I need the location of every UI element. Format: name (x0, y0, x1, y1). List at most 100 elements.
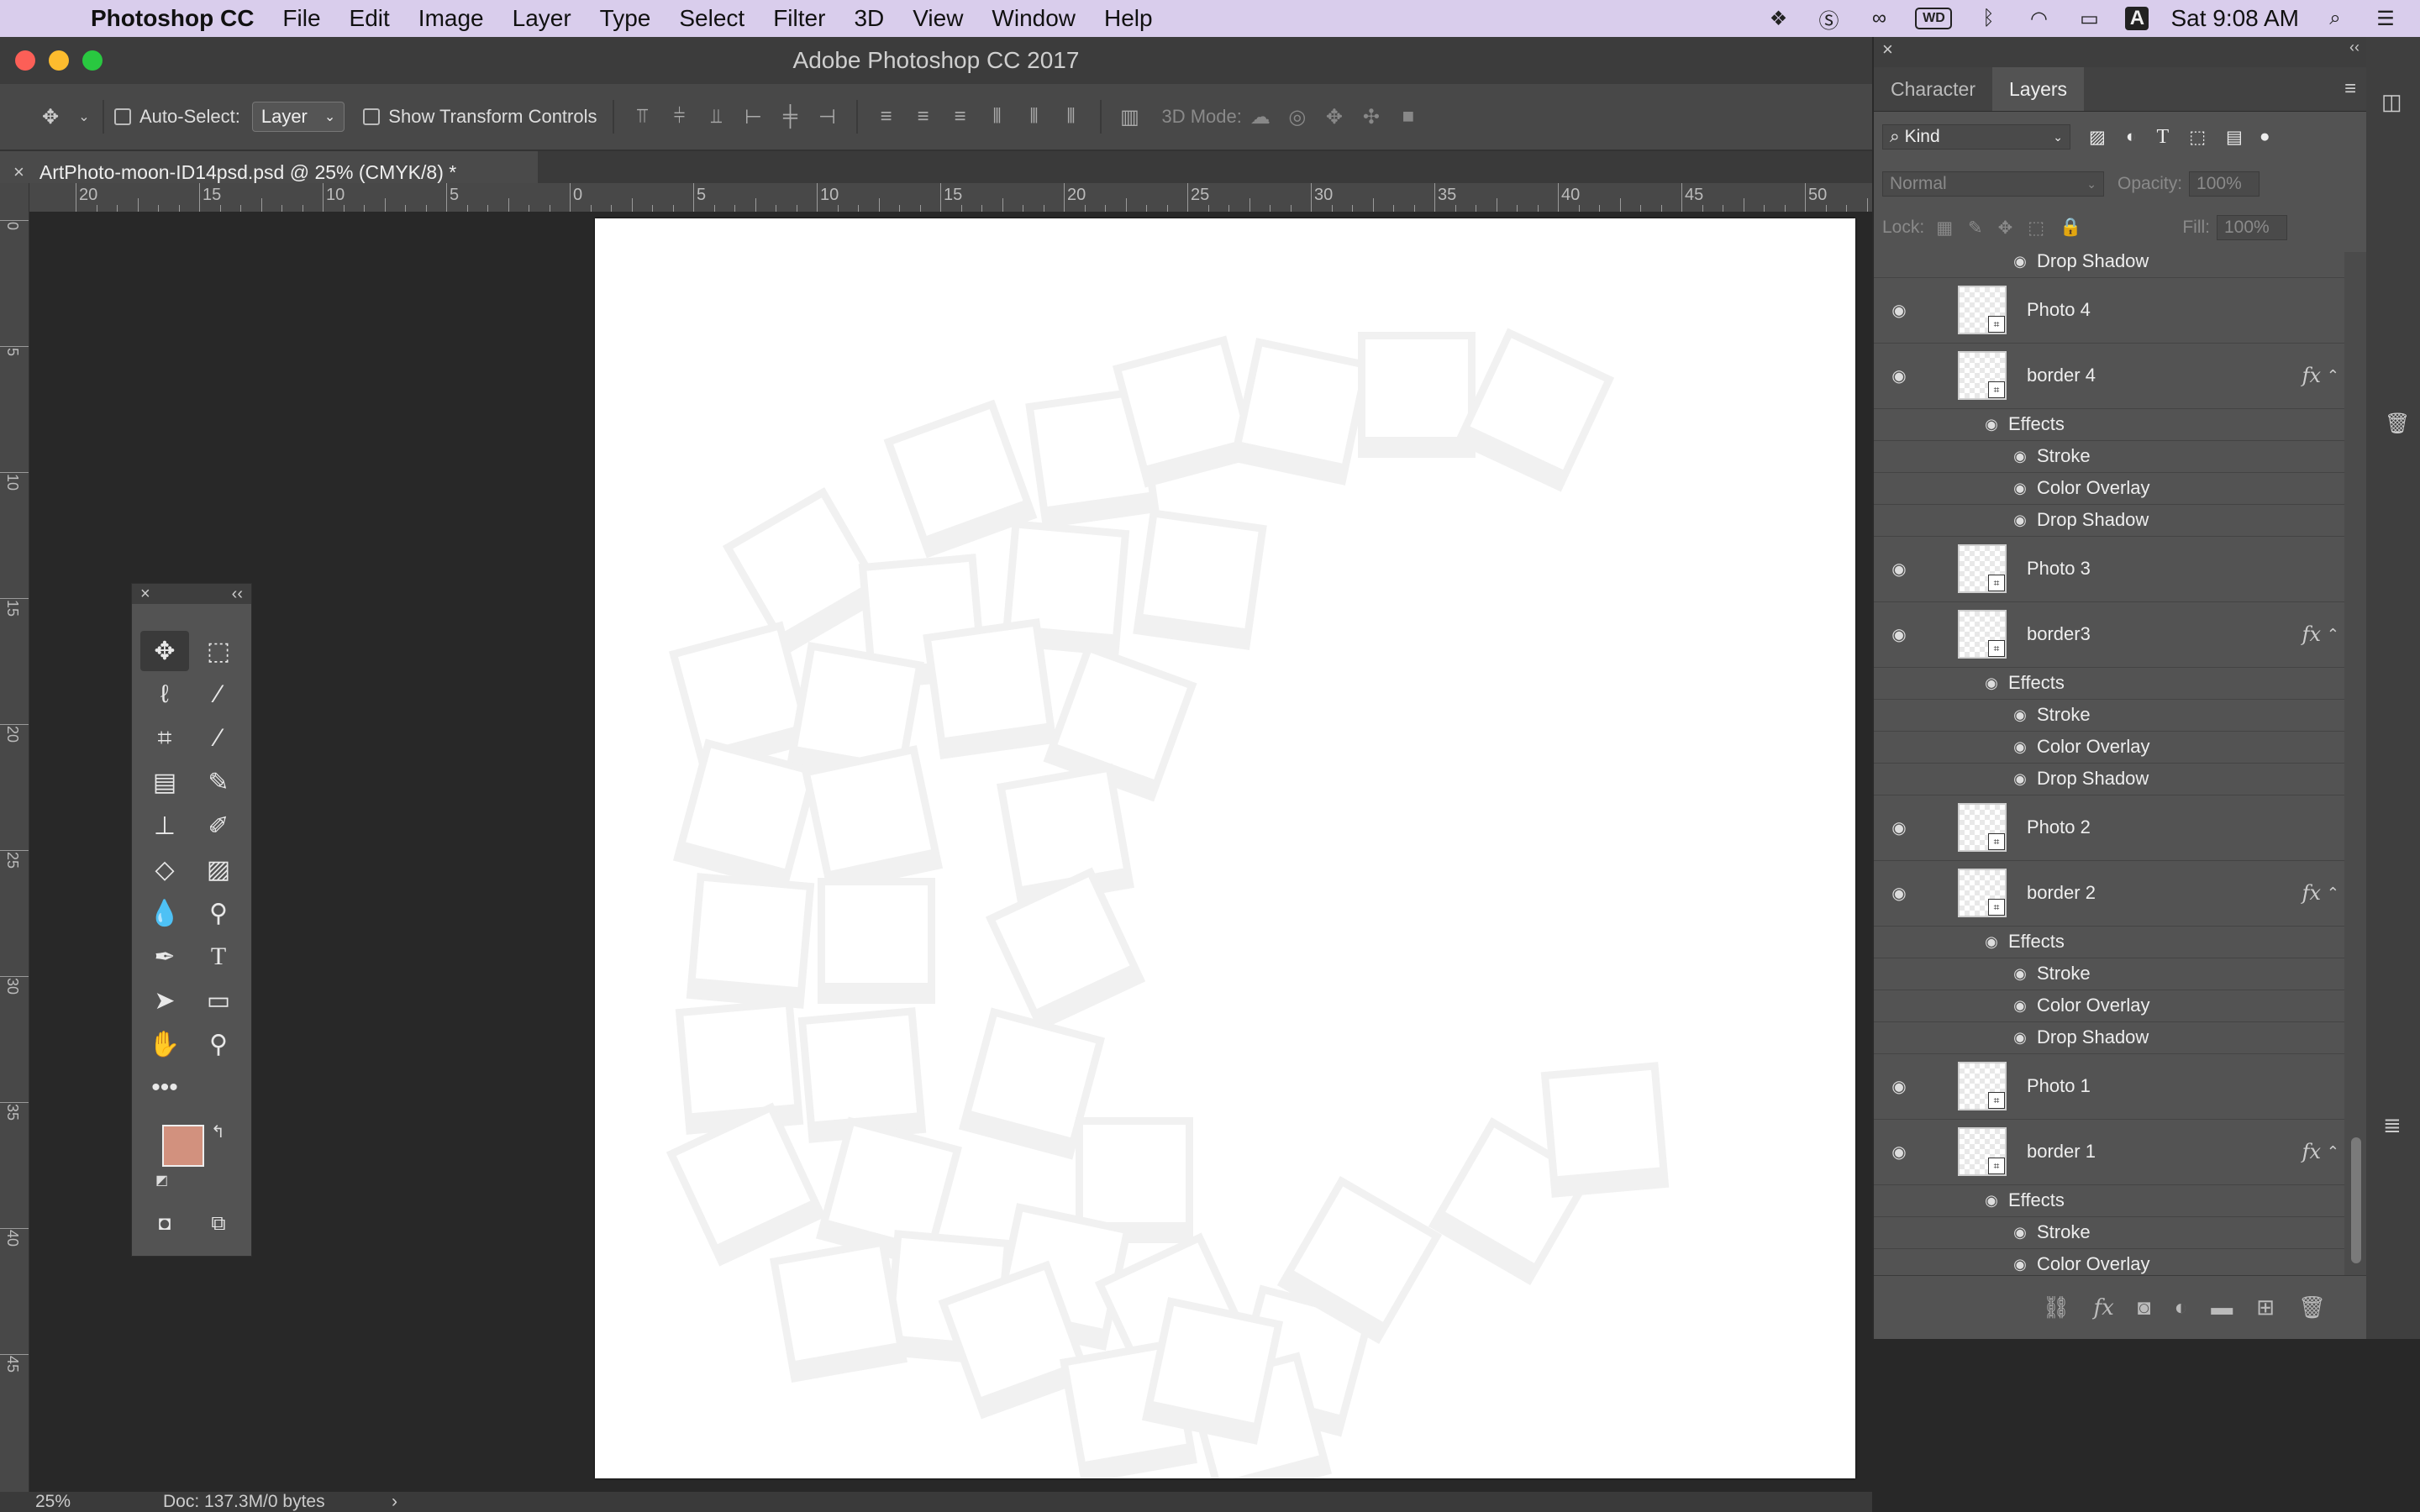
healing-brush-tool-icon[interactable]: ▤ (140, 762, 189, 802)
default-colors-icon[interactable]: ◩ (155, 1172, 168, 1189)
effects-group-row[interactable]: ◉ Effects (1874, 1184, 2344, 1217)
align-top-icon[interactable]: ⫪ (629, 102, 656, 132)
filter-kind-dropdown[interactable]: ⌕ Kind ⌄ (1882, 124, 2070, 150)
layer-effects-fx-icon[interactable]: fx (2302, 622, 2321, 646)
distribute-top-icon[interactable]: ≡ (873, 102, 900, 132)
distribute-bottom-icon[interactable]: ≡ (947, 102, 974, 132)
effect-row[interactable]: ◉ Color Overlay (1874, 990, 2344, 1022)
auto-align-layers-icon[interactable]: ▥ (1117, 102, 1144, 132)
document-canvas[interactable] (595, 218, 1855, 1478)
visibility-eye-icon[interactable]: ◉ (2010, 963, 2030, 984)
marquee-tool-icon[interactable]: ⬚ (194, 631, 243, 671)
effect-row[interactable]: ◉ Stroke (1874, 699, 2344, 732)
clone-stamp-tool-icon[interactable]: ⊥ (140, 806, 189, 846)
layer-thumbnail[interactable]: ⌗ (1958, 351, 2007, 400)
close-panel-icon[interactable]: × (140, 585, 150, 604)
effect-row[interactable]: ◉ Color Overlay (1874, 472, 2344, 505)
move-tool-preset-icon[interactable]: ✥ (25, 100, 76, 134)
menubar-clock[interactable]: Sat 9:08 AM (2170, 5, 2299, 32)
crop-tool-icon[interactable]: ⌗ (140, 718, 189, 759)
layer-thumbnail[interactable]: ⌗ (1958, 286, 2007, 334)
orbit-3d-icon[interactable]: ☁ (1247, 102, 1274, 132)
visibility-eye-icon[interactable]: ◉ (1889, 624, 1909, 644)
move-tool-icon[interactable]: ✥ (140, 631, 189, 671)
layer-effects-fx-icon[interactable]: fx (2302, 1140, 2321, 1163)
effect-row[interactable]: ◉ Color Overlay (1874, 731, 2344, 764)
distribute-vertical-center-icon[interactable]: ≡ (910, 102, 937, 132)
tab-layers[interactable]: Layers (1991, 67, 2085, 111)
visibility-eye-icon[interactable]: ◉ (2010, 478, 2030, 498)
effect-row[interactable]: ◉ Drop Shadow (1874, 252, 2344, 278)
layer-row[interactable]: ◉ ⌗ border 2 fx ⌃ (1874, 860, 2344, 927)
swap-colors-icon[interactable]: ↰ (211, 1121, 225, 1142)
effect-row[interactable]: ◉ Drop Shadow (1874, 504, 2344, 537)
layer-thumbnail[interactable]: ⌗ (1958, 1127, 2007, 1176)
visibility-eye-icon[interactable]: ◉ (2010, 1027, 2030, 1047)
layer-name[interactable]: Photo 2 (2027, 816, 2091, 838)
filter-type-icon[interactable]: T (2157, 126, 2170, 149)
menu-app-name[interactable]: Photoshop CC (91, 5, 254, 32)
opacity-input[interactable]: 100% (2189, 171, 2260, 197)
visibility-eye-icon[interactable]: ◉ (1981, 932, 2002, 952)
dodge-tool-icon[interactable]: ⚲ (194, 893, 243, 933)
layer-row[interactable]: ◉ ⌗ border 1 fx ⌃ (1874, 1119, 2344, 1185)
more-tools-icon[interactable]: ••• (140, 1068, 189, 1108)
collapse-panel-icon[interactable]: ‹‹ (2349, 39, 2360, 56)
show-transform-checkbox[interactable] (363, 108, 381, 125)
menu-type[interactable]: Type (600, 5, 651, 32)
spotlight-search-icon[interactable]: ⌕ (2321, 7, 2349, 30)
properties-panel-icon[interactable]: ◫ (2381, 89, 2402, 115)
align-vertical-center-icon[interactable]: ⫩ (666, 102, 693, 132)
align-left-icon[interactable]: ⊢ (740, 102, 767, 132)
history-brush-tool-icon[interactable]: ✐ (194, 806, 243, 846)
battery-icon[interactable]: ▭ (2075, 7, 2103, 30)
layer-row[interactable]: ◉ ⌗ Photo 4 (1874, 277, 2344, 344)
visibility-eye-icon[interactable]: ◉ (2010, 1222, 2030, 1242)
menu-filter[interactable]: Filter (773, 5, 825, 32)
layer-name[interactable]: Photo 4 (2027, 299, 2091, 321)
blur-tool-icon[interactable]: 💧 (140, 893, 189, 933)
collapse-effects-icon[interactable]: ⌃ (2327, 367, 2339, 385)
visibility-eye-icon[interactable]: ◉ (1889, 365, 1909, 386)
notification-center-icon[interactable]: ☰ (2371, 7, 2400, 30)
horizontal-ruler[interactable]: 20 15 10 5 0 5 10 15 20 25 30 35 40 45 50 (29, 183, 1872, 213)
visibility-eye-icon[interactable]: ◉ (1889, 1142, 1909, 1162)
effect-row[interactable]: ◉ Stroke (1874, 440, 2344, 473)
doc-info[interactable]: Doc: 137.3M/0 bytes (163, 1492, 325, 1512)
effects-group-row[interactable]: ◉ Effects (1874, 667, 2344, 700)
visibility-eye-icon[interactable]: ◉ (1981, 1190, 2002, 1210)
layer-row[interactable]: ◉ ⌗ Photo 2 (1874, 795, 2344, 861)
filter-smart-object-icon[interactable]: ▤ (2226, 127, 2243, 148)
wifi-icon[interactable]: ◠ (2024, 7, 2053, 30)
collapse-effects-icon[interactable]: ⌃ (2327, 885, 2339, 902)
lock-transparent-icon[interactable]: ▦ (1936, 218, 1953, 239)
layer-thumbnail[interactable]: ⌗ (1958, 1062, 2007, 1110)
eyedropper-tool-icon[interactable]: ⁄ (194, 718, 243, 759)
visibility-eye-icon[interactable]: ◉ (1889, 883, 1909, 903)
filter-adjustment-icon[interactable]: ◐ (2126, 127, 2137, 147)
slide-3d-icon[interactable]: ✣ (1358, 102, 1385, 132)
vertical-ruler[interactable]: 0 5 10 15 20 25 30 35 40 45 (0, 183, 29, 1494)
visibility-eye-icon[interactable]: ◉ (1981, 673, 2002, 693)
menu-3d[interactable]: 3D (854, 5, 884, 32)
skype-icon[interactable]: Ⓢ (1814, 7, 1843, 33)
distribute-horizontal-center-icon[interactable]: ⦀ (1021, 102, 1048, 132)
trash-icon[interactable]: 🗑 (2385, 412, 2410, 436)
menu-help[interactable]: Help (1104, 5, 1153, 32)
visibility-eye-icon[interactable]: ◉ (2010, 705, 2030, 725)
paragraph-panel-icon[interactable]: ≣ (2383, 1112, 2402, 1138)
quick-mask-icon[interactable]: ◘ (140, 1204, 189, 1244)
eraser-tool-icon[interactable]: ◇ (140, 849, 189, 890)
status-menu-arrow-icon[interactable]: › (392, 1492, 397, 1512)
delete-layer-icon[interactable]: 🗑 (2298, 1294, 2326, 1320)
path-selection-tool-icon[interactable]: ➤ (140, 980, 189, 1021)
visibility-eye-icon[interactable]: ◉ (2010, 252, 2030, 271)
effects-group-row[interactable]: ◉ Effects (1874, 926, 2344, 958)
new-layer-icon[interactable]: ⊞ (2256, 1294, 2275, 1320)
filter-shape-icon[interactable]: ⬚ (2189, 127, 2206, 148)
layer-name[interactable]: border3 (2027, 623, 2091, 645)
zoom-level[interactable]: 25% (35, 1492, 71, 1512)
lock-all-icon[interactable]: 🔒 (2060, 218, 2081, 238)
drag-3d-icon[interactable]: ✥ (1321, 102, 1348, 132)
menu-window[interactable]: Window (992, 5, 1076, 32)
